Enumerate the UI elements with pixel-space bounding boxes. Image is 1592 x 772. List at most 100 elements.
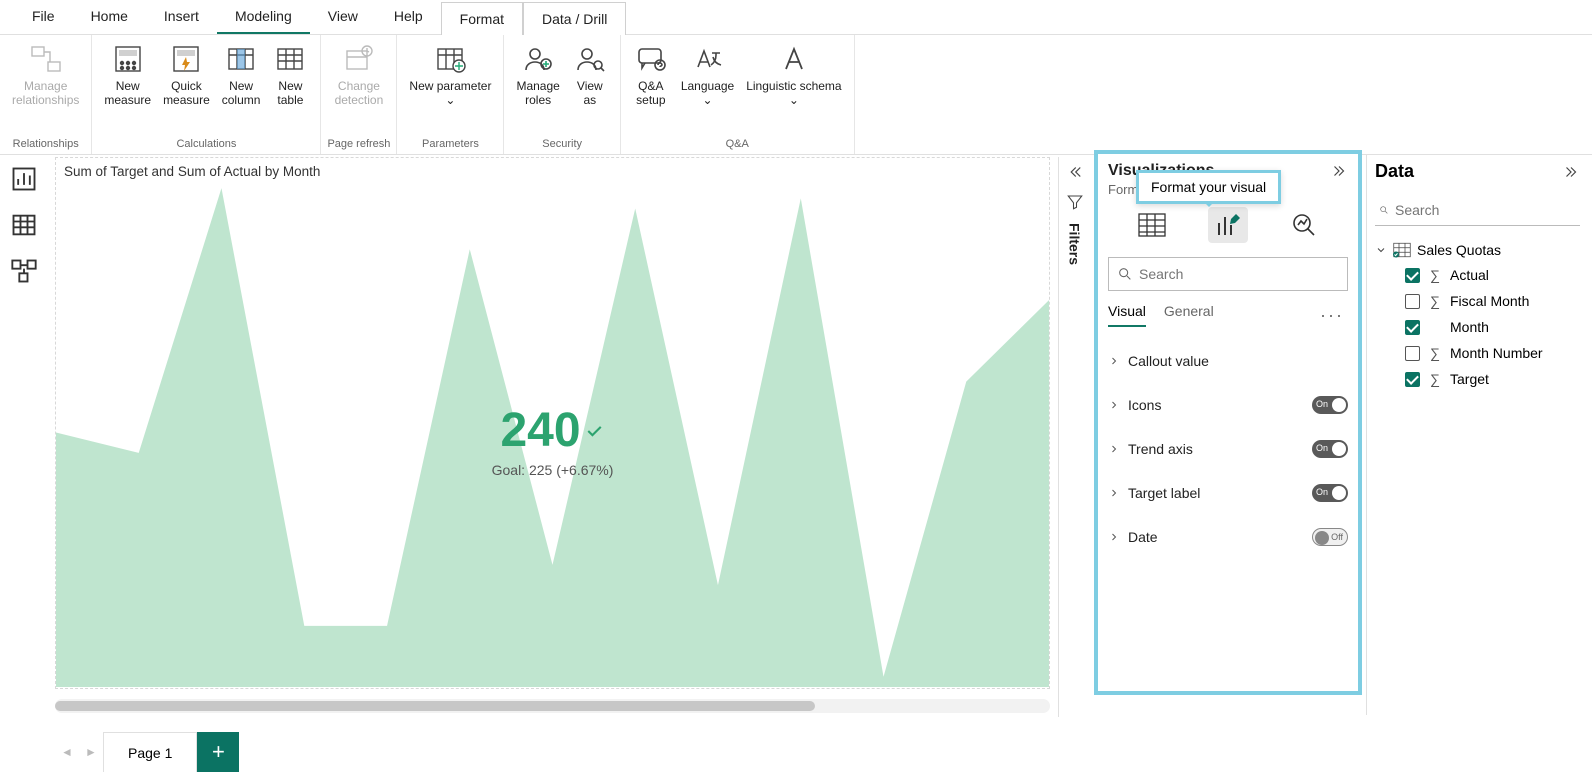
table-name: Sales Quotas: [1417, 242, 1501, 258]
toggle-trend-axis[interactable]: On: [1312, 440, 1348, 458]
canvas-scrollbar[interactable]: [55, 699, 1050, 713]
chevron-right-icon: [1108, 487, 1120, 499]
page-tabs: ◄ ► Page 1 +: [55, 732, 239, 772]
checkbox[interactable]: [1405, 346, 1420, 361]
page-next-button[interactable]: ►: [79, 732, 103, 772]
expand-right-icon[interactable]: [1330, 162, 1348, 180]
data-search-input[interactable]: [1395, 202, 1576, 218]
ribbon-item-label: Newtable: [277, 79, 303, 107]
ribbon-group-parameters: New parameter⌄Parameters: [397, 35, 504, 154]
table-icon: [272, 41, 308, 77]
field-fiscal-month[interactable]: ∑Fiscal Month: [1405, 288, 1580, 314]
format-search-input[interactable]: [1139, 266, 1339, 282]
field-target[interactable]: ∑ Target: [1405, 366, 1580, 392]
field-month-number[interactable]: ∑Month Number: [1405, 340, 1580, 366]
ribbon-manage-roles[interactable]: Manageroles: [510, 39, 565, 109]
menu-insert[interactable]: Insert: [146, 0, 217, 34]
filters-rail[interactable]: Filters: [1058, 157, 1090, 717]
page-prev-button[interactable]: ◄: [55, 732, 79, 772]
report-canvas[interactable]: Sum of Target and Sum of Actual by Month…: [55, 157, 1050, 717]
ling-icon: [776, 41, 812, 77]
checkbox[interactable]: [1405, 294, 1420, 309]
sigma-icon: ∑: [1428, 371, 1442, 387]
search-icon: [1117, 266, 1133, 282]
option-target-label[interactable]: Target labelOn: [1108, 471, 1348, 515]
table-node[interactable]: Sales Quotas: [1375, 238, 1580, 262]
collapse-left-icon[interactable]: [1066, 163, 1084, 181]
option-label: Icons: [1128, 397, 1161, 413]
field-actual[interactable]: ∑Actual: [1405, 262, 1580, 288]
ribbon-item-label: Newmeasure: [104, 79, 151, 107]
ribbon-quick-measure[interactable]: Quickmeasure: [157, 39, 216, 109]
ribbon-group-label: Page refresh: [327, 136, 390, 152]
toggle-date[interactable]: Off: [1312, 528, 1348, 546]
menu-data-drill[interactable]: Data / Drill: [523, 2, 626, 35]
toggle-target-label[interactable]: On: [1312, 484, 1348, 502]
option-icons[interactable]: Icons On: [1108, 383, 1348, 427]
ribbon-item-label: Language⌄: [681, 79, 734, 107]
ribbon-group-label: Relationships: [13, 136, 79, 152]
menu-format[interactable]: Format: [441, 2, 523, 35]
menu-modeling[interactable]: Modeling: [217, 0, 310, 34]
table-icon: [1393, 242, 1411, 258]
menu-file[interactable]: File: [14, 0, 73, 34]
ribbon-new-parameter-[interactable]: New parameter⌄: [403, 39, 497, 109]
ribbon-language-[interactable]: Language⌄: [675, 39, 740, 109]
ribbon-group-label: Q&A: [726, 136, 749, 152]
build-visual-button[interactable]: [1132, 207, 1172, 243]
ribbon-item-label: Changedetection: [335, 79, 384, 107]
report-view-icon[interactable]: [10, 165, 38, 193]
subtab-visual[interactable]: Visual: [1108, 303, 1146, 327]
callout-value-text: 240: [500, 403, 580, 458]
option-trend-axis[interactable]: Trend axis On: [1108, 427, 1348, 471]
ribbon-new-column[interactable]: Newcolumn: [216, 39, 267, 109]
more-options-icon[interactable]: ···: [1320, 305, 1348, 326]
ribbon-item-label: Quickmeasure: [163, 79, 210, 107]
toggle-icons[interactable]: On: [1312, 396, 1348, 414]
field-month[interactable]: Month: [1405, 314, 1580, 340]
fields-tree: Sales Quotas ∑Actual∑Fiscal MonthMonth∑M…: [1375, 238, 1580, 392]
option-callout-value[interactable]: Callout value: [1108, 339, 1348, 383]
menu-view[interactable]: View: [310, 0, 376, 34]
ribbon-q-a-setup[interactable]: Q&Asetup: [627, 39, 675, 109]
checkbox[interactable]: [1405, 372, 1420, 387]
expand-right-icon[interactable]: [1562, 163, 1580, 181]
model-view-icon[interactable]: [10, 257, 38, 285]
quickmeasure-icon: [168, 41, 204, 77]
format-view-switch: [1108, 207, 1348, 243]
ribbon-group-q&a: Q&AsetupLanguage⌄ Linguistic schema⌄ Q&A: [621, 35, 855, 154]
chevron-right-icon: [1108, 443, 1120, 455]
ribbon-item-label: Newcolumn: [222, 79, 261, 107]
ribbon-new-table[interactable]: Newtable: [266, 39, 314, 109]
ribbon-linguistic-schema-[interactable]: Linguistic schema⌄: [740, 39, 847, 109]
field-name: Month Number: [1450, 345, 1543, 361]
option-date[interactable]: DateOff: [1108, 515, 1348, 559]
format-options-list: Callout valueIconsOnTrend axisOnTarget l…: [1108, 339, 1348, 559]
ribbon-item-label: Viewas: [577, 79, 603, 107]
field-name: Target: [1450, 371, 1489, 387]
scrollbar-thumb[interactable]: [55, 701, 815, 711]
qna-icon: [633, 41, 669, 77]
page-tab-1[interactable]: Page 1: [103, 732, 197, 772]
checkbox[interactable]: [1405, 268, 1420, 283]
menu-home[interactable]: Home: [73, 0, 146, 34]
measure-icon: [110, 41, 146, 77]
menu-help[interactable]: Help: [376, 0, 441, 34]
data-search-box[interactable]: [1375, 194, 1580, 226]
kpi-visual[interactable]: Sum of Target and Sum of Actual by Month…: [55, 157, 1050, 689]
format-visual-tooltip: Format your visual: [1136, 170, 1281, 204]
callout-goal-text: Goal: 225 (+6.67%): [492, 462, 614, 478]
format-search-box[interactable]: [1108, 257, 1348, 291]
ribbon-new-measure[interactable]: Newmeasure: [98, 39, 157, 109]
data-view-icon[interactable]: [10, 211, 38, 239]
visualizations-pane: Visualizations Format visual VisualGener…: [1094, 150, 1362, 695]
checkbox[interactable]: [1405, 320, 1420, 335]
analytics-button[interactable]: [1284, 207, 1324, 243]
add-page-button[interactable]: +: [197, 732, 239, 772]
data-pane-title: Data: [1375, 161, 1414, 182]
ribbon-view-as[interactable]: Viewas: [566, 39, 614, 109]
data-pane: Data Sales Quotas ∑Actual∑Fiscal MonthMo…: [1366, 155, 1588, 715]
subtab-general[interactable]: General: [1164, 303, 1214, 327]
ribbon-item-label: Linguistic schema⌄: [746, 79, 841, 107]
option-label: Trend axis: [1128, 441, 1193, 457]
